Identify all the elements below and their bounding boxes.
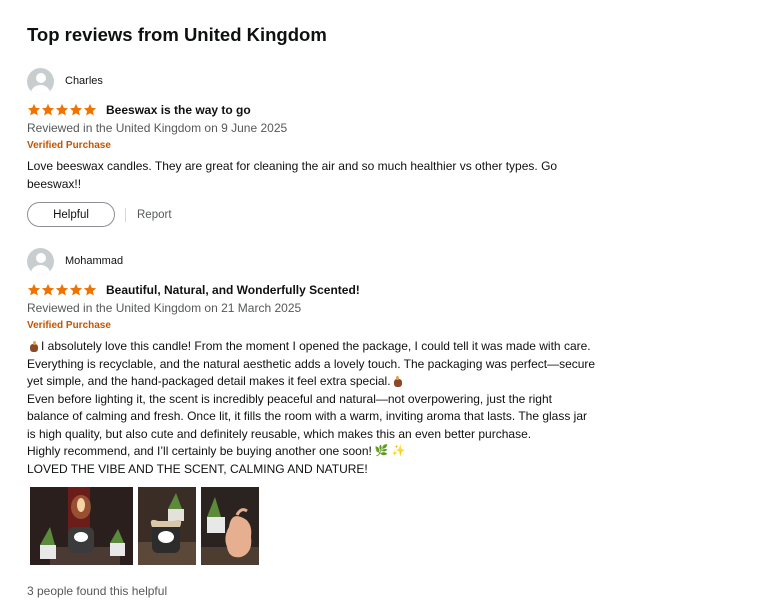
review-card: Charles Beeswax is the way to go Reviewe… — [27, 67, 647, 227]
review-images — [30, 487, 259, 565]
review-body-line: Love beeswax candles. They are great for… — [27, 159, 558, 173]
review-body-line: Highly recommend, and I’ll certainly be … — [27, 444, 372, 458]
review-body-line: Even before lighting it, the scent is in… — [27, 391, 552, 406]
reviewer-profile[interactable]: Charles — [27, 67, 647, 95]
star-rating[interactable] — [27, 283, 97, 297]
reviewer-name: Mohammad — [65, 255, 124, 267]
reviews-section-title: Top reviews from United Kingdom — [27, 24, 327, 45]
candle-photo-icon — [138, 487, 196, 565]
review-date: Reviewed in the United Kingdom on 9 June… — [27, 121, 288, 135]
review-title[interactable]: Beautiful, Natural, and Wonderfully Scen… — [106, 283, 360, 297]
reviewer-name: Charles — [65, 75, 103, 87]
review-body: I absolutely love this candle! From the … — [27, 338, 647, 478]
review-body-line: yet simple, and the hand-packaged detail… — [27, 374, 391, 388]
candle-emoji-icon — [29, 341, 39, 353]
review-image-thumbnail[interactable] — [138, 487, 196, 565]
candle-photo-icon — [30, 487, 133, 565]
candle-photo-icon — [201, 487, 259, 565]
review-image-thumbnail[interactable] — [30, 487, 133, 565]
review-body-line: LOVED THE VIBE AND THE SCENT, CALMING AN… — [27, 461, 368, 476]
avatar — [27, 67, 54, 95]
verified-purchase-badge: Verified Purchase — [27, 320, 111, 331]
star-icon — [83, 103, 97, 116]
divider — [125, 207, 126, 222]
star-rating[interactable] — [27, 103, 97, 117]
star-icon — [41, 283, 55, 296]
review-date: Reviewed in the United Kingdom on 21 Mar… — [27, 301, 302, 315]
helpful-button[interactable]: Helpful — [27, 202, 115, 227]
star-icon — [83, 283, 97, 296]
star-icon — [55, 283, 69, 296]
review-body-line: is high quality, but also cute and defin… — [27, 426, 532, 441]
review-body: Love beeswax candles. They are great for… — [27, 158, 647, 193]
review-title[interactable]: Beeswax is the way to go — [106, 103, 251, 117]
star-icon — [69, 283, 83, 296]
star-icon — [69, 103, 83, 116]
star-icon — [55, 103, 69, 116]
review-body-line: beeswax!! — [27, 176, 82, 191]
verified-purchase-badge: Verified Purchase — [27, 140, 111, 151]
candle-emoji-icon — [393, 376, 403, 388]
helpful-count: 3 people found this helpful — [27, 584, 168, 598]
star-icon — [27, 283, 41, 296]
herb-emoji-icon: 🌿 — [374, 445, 389, 457]
review-image-thumbnail[interactable] — [201, 487, 259, 565]
review-body-line: I absolutely love this candle! From the … — [41, 339, 591, 353]
sparkles-emoji-icon: ✨ — [391, 445, 406, 457]
star-icon — [41, 103, 55, 116]
report-link[interactable]: Report — [137, 209, 172, 221]
review-body-line: Everything is recyclable, and the natura… — [27, 356, 596, 371]
review-card: Mohammad Beautiful, Natural, and Wonderf… — [27, 247, 647, 478]
review-body-line: balance of calming and fresh. Once lit, … — [27, 409, 588, 423]
reviewer-profile[interactable]: Mohammad — [27, 247, 647, 275]
star-icon — [27, 103, 41, 116]
avatar — [27, 247, 54, 275]
